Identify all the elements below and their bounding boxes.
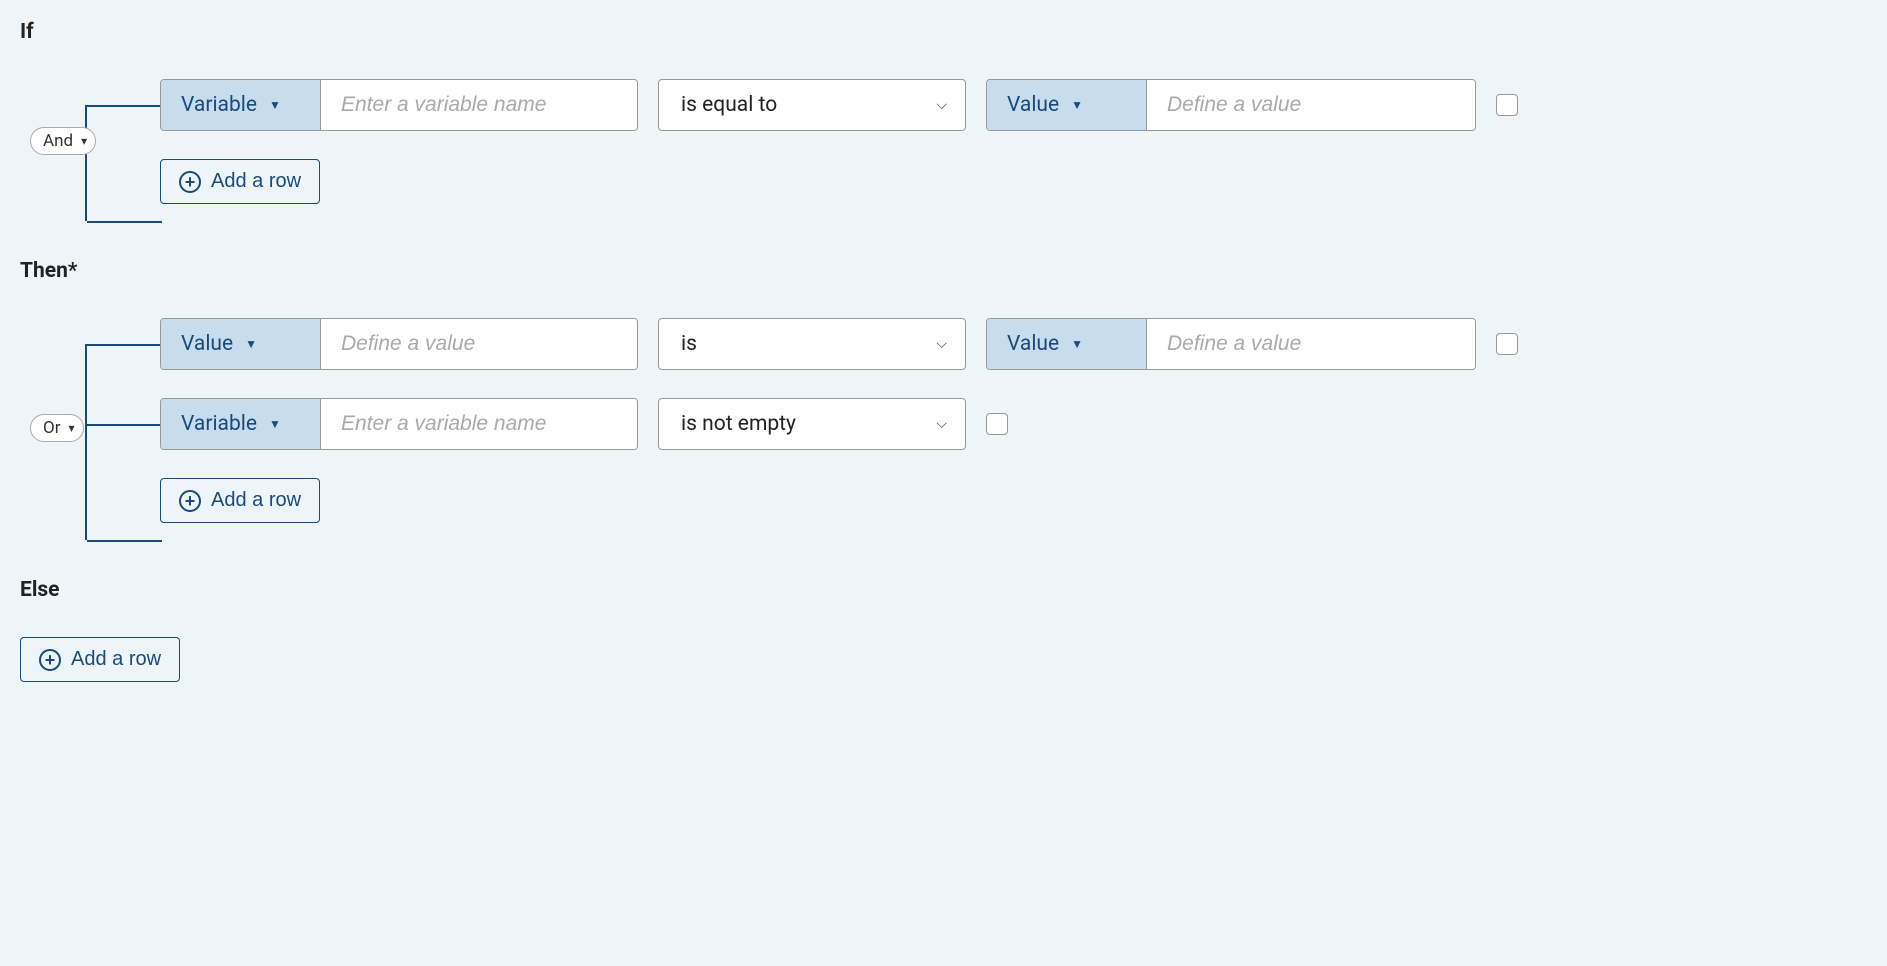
then-section: Then* Or ▾ Value ▼ xyxy=(20,259,1867,523)
chevron-down-icon: ⌵ xyxy=(936,336,947,352)
then-row-1-checkbox[interactable] xyxy=(986,413,1008,435)
chevron-down-icon: ⌵ xyxy=(936,97,947,113)
if-row-0-left-input[interactable] xyxy=(321,80,637,130)
then-row-0-right-type-select[interactable]: Value ▼ xyxy=(987,319,1147,369)
then-connector-value: Or xyxy=(43,418,60,438)
if-section: If And ▾ Variable ▼ xyxy=(20,20,1867,204)
else-label: Else xyxy=(20,578,1867,602)
if-connector-select[interactable]: And ▾ xyxy=(30,127,96,155)
if-row-0-right-input[interactable] xyxy=(1147,80,1475,130)
if-add-row-wrap: + Add a row xyxy=(160,159,1867,204)
then-row-0-left-type-select[interactable]: Value ▼ xyxy=(161,319,321,369)
plus-circle-icon: + xyxy=(39,649,61,671)
if-rows: Variable ▼ is equal to ⌵ Value ▼ xyxy=(160,79,1867,204)
if-connector-value: And xyxy=(43,131,73,151)
caret-down-icon: ▼ xyxy=(245,337,257,351)
caret-down-icon: ▼ xyxy=(269,417,281,431)
chevron-down-icon: ▾ xyxy=(68,421,74,435)
then-row-1-operator-select[interactable]: is not empty ⌵ xyxy=(658,398,966,450)
then-row-0-left: Value ▼ xyxy=(160,318,638,370)
if-row-0-right-type-select[interactable]: Value ▼ xyxy=(987,80,1147,130)
if-row-0-operator-select[interactable]: is equal to ⌵ xyxy=(658,79,966,131)
then-row-1-left-input[interactable] xyxy=(321,399,637,449)
then-row-0: Value ▼ is ⌵ Value ▼ xyxy=(160,318,1867,370)
then-group: Or ▾ Value ▼ is ⌵ xyxy=(30,318,1867,523)
then-label: Then* xyxy=(20,259,1867,283)
if-bracket xyxy=(85,105,87,221)
then-row-0-left-input[interactable] xyxy=(321,319,637,369)
then-row-0-right-input[interactable] xyxy=(1147,319,1475,369)
plus-circle-icon: + xyxy=(179,490,201,512)
then-row-1-left-type-select[interactable]: Variable ▼ xyxy=(161,399,321,449)
then-connector-select[interactable]: Or ▾ xyxy=(30,414,84,442)
if-row-0-left: Variable ▼ xyxy=(160,79,638,131)
then-connector-col: Or ▾ xyxy=(30,318,160,523)
caret-down-icon: ▼ xyxy=(1071,98,1083,112)
chevron-down-icon: ⌵ xyxy=(936,416,947,432)
then-row-0-checkbox[interactable] xyxy=(1496,333,1518,355)
else-add-row-button[interactable]: + Add a row xyxy=(20,637,180,682)
then-row-0-operator-select[interactable]: is ⌵ xyxy=(658,318,966,370)
if-row-0-left-type-select[interactable]: Variable ▼ xyxy=(161,80,321,130)
if-label: If xyxy=(20,20,1867,44)
plus-circle-icon: + xyxy=(179,171,201,193)
if-row-0-right: Value ▼ xyxy=(986,79,1476,131)
caret-down-icon: ▼ xyxy=(1071,337,1083,351)
if-row-0: Variable ▼ is equal to ⌵ Value ▼ xyxy=(160,79,1867,131)
if-connector-col: And ▾ xyxy=(30,79,160,204)
then-add-row-wrap: + Add a row xyxy=(160,478,1867,523)
else-section: Else + Add a row xyxy=(20,578,1867,682)
if-group: And ▾ Variable ▼ is equal to ⌵ xyxy=(30,79,1867,204)
then-bracket xyxy=(85,344,87,540)
then-rows: Value ▼ is ⌵ Value ▼ xyxy=(160,318,1867,523)
caret-down-icon: ▼ xyxy=(269,98,281,112)
then-row-1: Variable ▼ is not empty ⌵ xyxy=(160,398,1867,450)
if-row-0-checkbox[interactable] xyxy=(1496,94,1518,116)
then-row-0-right: Value ▼ xyxy=(986,318,1476,370)
then-row-1-left: Variable ▼ xyxy=(160,398,638,450)
if-add-row-button[interactable]: + Add a row xyxy=(160,159,320,204)
chevron-down-icon: ▾ xyxy=(81,134,87,148)
then-add-row-button[interactable]: + Add a row xyxy=(160,478,320,523)
